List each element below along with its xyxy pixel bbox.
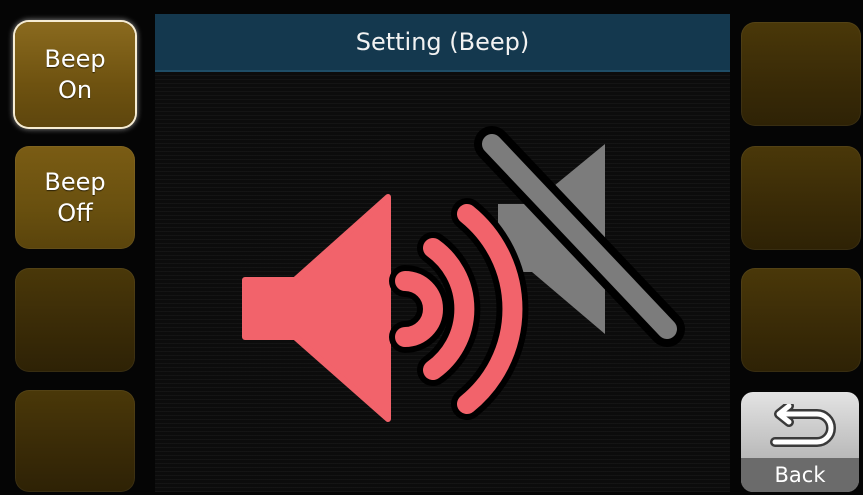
beep-off-button[interactable]: Beep Off xyxy=(15,146,135,249)
left-empty-button-3[interactable] xyxy=(15,268,135,372)
device-screen: Beep On Beep Off Setting (Beep) Back xyxy=(0,0,863,495)
page-title: Setting (Beep) xyxy=(355,28,530,56)
beep-on-button[interactable]: Beep On xyxy=(15,22,135,127)
beep-off-label: Beep Off xyxy=(44,167,106,227)
speaker-sound-icon xyxy=(242,194,529,422)
content-area xyxy=(155,72,730,492)
left-empty-button-4[interactable] xyxy=(15,390,135,492)
beep-illustration xyxy=(242,126,685,422)
beep-on-label: Beep On xyxy=(44,44,106,104)
back-label-strip: Back xyxy=(741,458,859,492)
title-bar: Setting (Beep) xyxy=(155,14,730,72)
right-empty-button-1[interactable] xyxy=(741,22,861,126)
right-empty-button-2[interactable] xyxy=(741,146,861,250)
back-button[interactable]: Back xyxy=(741,392,859,492)
right-empty-button-3[interactable] xyxy=(741,268,861,372)
return-arrow-icon xyxy=(770,404,836,447)
back-label: Back xyxy=(774,463,826,487)
